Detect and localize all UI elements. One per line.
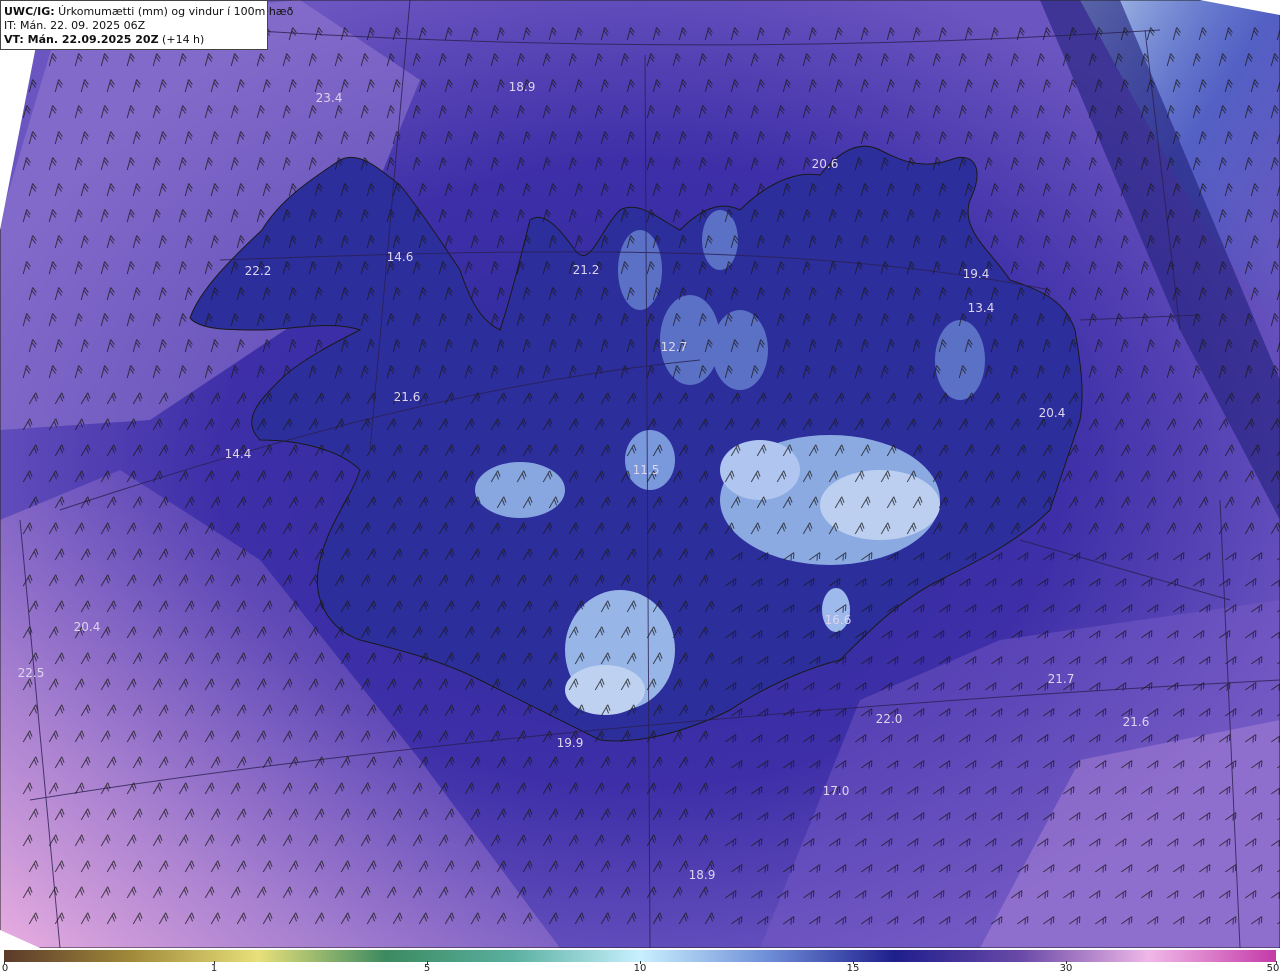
model-code: UWC/IG: [4, 5, 55, 18]
value-label: 21.2 [572, 263, 600, 277]
colorbar-tick-label: 1 [210, 963, 218, 974]
value-label: 23.4 [315, 91, 343, 105]
value-label: 13.4 [967, 301, 995, 315]
value-label: 21.6 [1122, 715, 1150, 729]
header-title-row: UWC/IG: Úrkomumætti (mm) og vindur í 100… [4, 5, 293, 19]
colorbar: 0 1 5 10 15 30 50 [0, 948, 1280, 978]
value-label: 21.6 [393, 390, 421, 404]
value-label: 22.2 [244, 264, 272, 278]
forecast-lead: (+14 h) [158, 33, 205, 46]
colorbar-tick-label: 15 [846, 963, 860, 974]
colorbar-tick-label: 50 [1266, 963, 1280, 974]
value-label: 19.4 [962, 267, 990, 281]
value-label: 20.6 [811, 157, 839, 171]
glacier-hofsjokull [625, 430, 675, 490]
value-label: 22.0 [875, 712, 903, 726]
value-label: 17.0 [822, 784, 850, 798]
header-title: Úrkomumætti (mm) og vindur í 100m hæð [54, 5, 294, 18]
glacier-langjokull [475, 462, 565, 518]
value-label: 19.9 [556, 736, 584, 750]
map-header: UWC/IG: Úrkomumætti (mm) og vindur í 100… [0, 0, 293, 50]
valid-time-row: VT: Mán. 22.09.2025 20Z (+14 h) [4, 33, 264, 47]
glacier-vatnajokull [720, 435, 940, 565]
value-label: 21.7 [1047, 672, 1075, 686]
value-label: 20.4 [73, 620, 101, 634]
init-time: IT: Mán. 22. 09. 2025 06Z [4, 19, 146, 32]
value-label: 18.9 [508, 80, 536, 94]
colorbar-tick-label: 5 [423, 963, 431, 974]
value-label: 12.7 [660, 340, 688, 354]
value-label: 14.4 [224, 447, 252, 461]
value-label: 11.5 [632, 463, 660, 477]
value-label: 22.5 [17, 666, 45, 680]
colorbar-tick-label: 10 [633, 963, 647, 974]
value-label: 16.6 [824, 613, 852, 627]
colorbar-tick-label: 30 [1059, 963, 1073, 974]
value-label: 18.9 [688, 868, 716, 882]
valid-time: VT: Mán. 22.09.2025 20Z [4, 33, 159, 46]
value-label: 20.4 [1038, 406, 1066, 420]
value-label: 14.6 [386, 250, 414, 264]
colorbar-tick-label: 0 [1, 963, 9, 974]
